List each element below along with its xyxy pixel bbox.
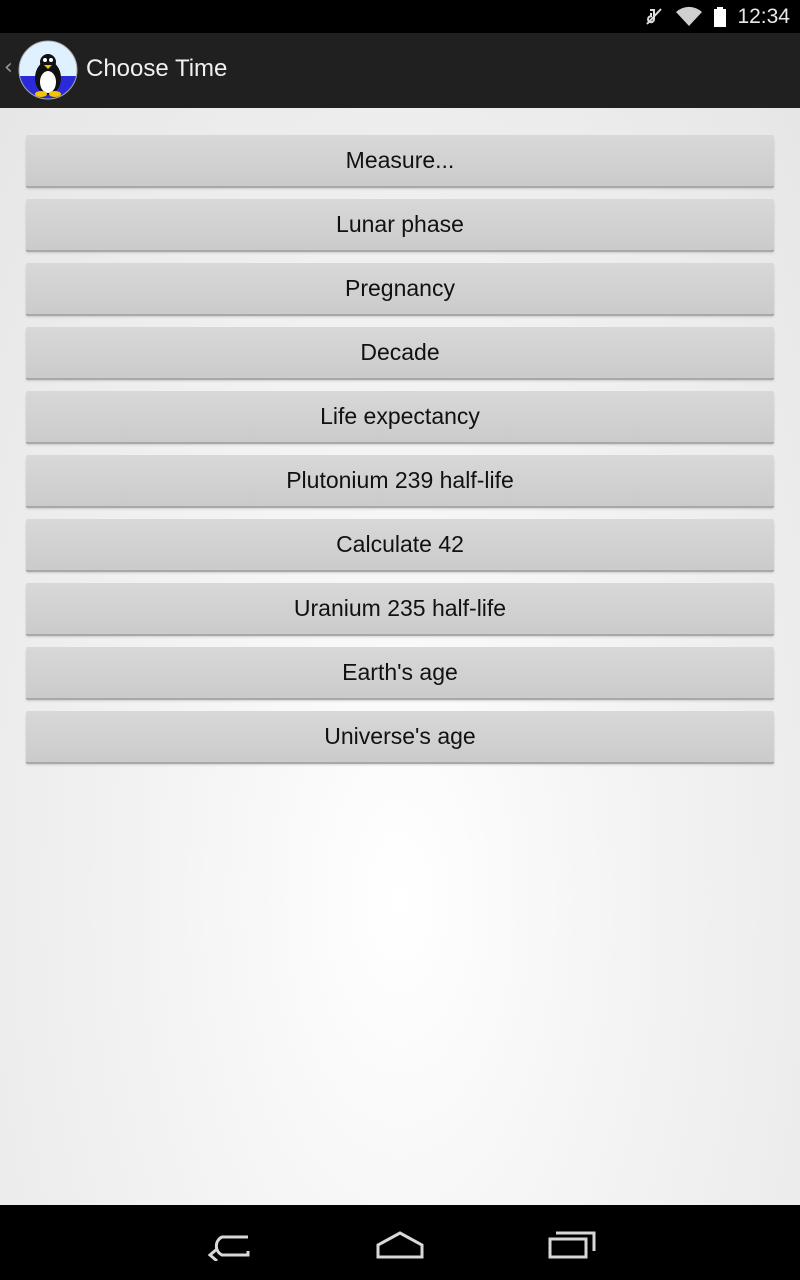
back-caret-icon: ‹ <box>4 55 13 80</box>
back-icon[interactable] <box>200 1225 260 1261</box>
uranium-235-half-life-button[interactable]: Uranium 235 half-life <box>26 583 774 634</box>
decade-button[interactable]: Decade <box>26 327 774 378</box>
recents-icon[interactable] <box>542 1225 602 1261</box>
up-button[interactable]: ‹ Choose Time <box>0 33 240 108</box>
clock: 12:34 <box>737 4 790 28</box>
action-bar: ‹ Choose Time <box>0 33 800 109</box>
pregnancy-button[interactable]: Pregnancy <box>26 263 774 314</box>
status-icons: 12:34 <box>643 0 790 33</box>
life-expectancy-button[interactable]: Life expectancy <box>26 391 774 442</box>
calculate-42-button[interactable]: Calculate 42 <box>26 519 774 570</box>
wifi-icon <box>676 6 703 26</box>
battery-icon <box>714 6 727 27</box>
measure-button[interactable]: Measure... <box>26 135 774 186</box>
earths-age-button[interactable]: Earth's age <box>26 647 774 698</box>
status-bar: 12:34 <box>0 0 800 33</box>
navigation-bar <box>0 1205 800 1280</box>
plutonium-239-half-life-button[interactable]: Plutonium 239 half-life <box>26 455 774 506</box>
penguin-logo-icon <box>18 40 78 100</box>
mute-icon <box>646 7 663 25</box>
home-icon[interactable] <box>370 1225 430 1261</box>
universes-age-button[interactable]: Universe's age <box>26 711 774 762</box>
lunar-phase-button[interactable]: Lunar phase <box>26 199 774 250</box>
content-area: Measure... Lunar phase Pregnancy Decade … <box>0 108 800 1205</box>
page-title: Choose Time <box>86 55 228 82</box>
